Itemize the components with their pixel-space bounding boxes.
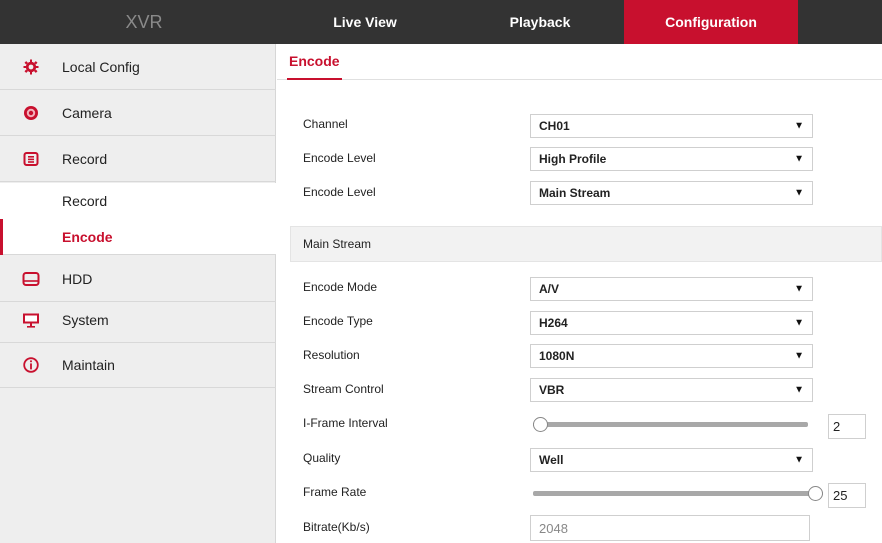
slider-track [533,491,823,496]
info-icon [22,356,40,374]
dropdown-arrow-icon: ▼ [794,350,804,362]
bitrate-input[interactable]: 2048 [530,515,810,541]
dropdown-arrow-icon: ▼ [794,384,804,396]
record-submenu: Record Encode [0,183,276,255]
sidebar-item-label: Camera [62,104,112,121]
dropdown-arrow-icon: ▼ [794,317,804,329]
resolution-value: 1080N [539,349,575,363]
tab-encode[interactable]: Encode [287,44,342,80]
content-header: Encode [277,44,882,80]
quality-select[interactable]: Well ▼ [530,448,813,472]
top-bar: XVR Live View Playback Configuration [0,0,882,44]
nav-configuration[interactable]: Configuration [624,0,798,44]
quality-value: Well [539,453,564,467]
sidebar-subitem-encode[interactable]: Encode [0,219,276,255]
slider-handle[interactable] [533,417,548,432]
app-logo: XVR [125,11,163,32]
dropdown-arrow-icon: ▼ [794,187,804,199]
slider-handle[interactable] [808,486,823,501]
hdd-icon [22,270,40,288]
dropdown-arrow-icon: ▼ [794,153,804,165]
sidebar-item-label: System [62,311,109,328]
channel-value: CH01 [539,119,570,133]
encode-type-label: Encode Type [303,314,373,328]
gear-icon [22,58,40,76]
sidebar-subitem-label: Encode [62,229,113,245]
slider-track [533,422,808,427]
encode-level-value: High Profile [539,152,607,166]
stream-control-value: VBR [539,383,565,397]
encode-type-select[interactable]: H264 ▼ [530,311,813,335]
nav-live-view[interactable]: Live View [300,0,430,44]
sidebar-item-label: Record [62,150,108,167]
section-title: Main Stream [303,237,372,251]
sidebar-item-local-config[interactable]: Local Config [0,44,276,90]
encode-mode-select[interactable]: A/V ▼ [530,277,813,301]
sidebar-item-maintain[interactable]: Maintain [0,342,276,388]
encode-level-stream-value: Main Stream [539,186,611,200]
resolution-label: Resolution [303,348,360,362]
iframe-interval-label: I-Frame Interval [303,416,388,430]
iframe-interval-slider[interactable] [533,417,808,433]
sidebar-subitem-record[interactable]: Record [0,183,276,219]
sidebar: Local Config Camera Record Record Encode… [0,44,276,543]
monitor-icon [22,311,40,329]
dropdown-arrow-icon: ▼ [794,454,804,466]
encode-mode-label: Encode Mode [303,280,378,294]
sidebar-item-hdd[interactable]: HDD [0,256,276,302]
frame-rate-slider[interactable] [533,486,823,502]
bitrate-label: Bitrate(Kb/s) [303,520,370,534]
sidebar-item-system[interactable]: System [0,297,276,343]
nav-playback[interactable]: Playback [470,0,610,44]
dropdown-arrow-icon: ▼ [794,283,804,295]
encode-level-label: Encode Level [303,151,376,165]
stream-control-label: Stream Control [303,382,384,396]
sidebar-item-camera[interactable]: Camera [0,90,276,136]
channel-select[interactable]: CH01 ▼ [530,114,813,138]
stream-control-select[interactable]: VBR ▼ [530,378,813,402]
sidebar-item-label: Maintain [62,356,115,373]
frame-rate-input[interactable]: 25 [828,483,866,508]
encode-level-stream-select[interactable]: Main Stream ▼ [530,181,813,205]
quality-label: Quality [303,451,341,465]
camera-icon [22,104,40,122]
encode-type-value: H264 [539,316,568,330]
dropdown-arrow-icon: ▼ [794,120,804,132]
sidebar-item-record[interactable]: Record [0,136,276,182]
record-icon [22,150,40,168]
iframe-interval-input[interactable]: 2 [828,414,866,439]
section-main-stream: Main Stream [290,226,882,262]
frame-rate-label: Frame Rate [303,485,367,499]
encode-mode-value: A/V [539,282,560,296]
encode-level-stream-label: Encode Level [303,185,376,199]
sidebar-item-label: Local Config [62,58,140,75]
channel-label: Channel [303,117,348,131]
sidebar-item-label: HDD [62,270,93,287]
encode-level-select[interactable]: High Profile ▼ [530,147,813,171]
resolution-select[interactable]: 1080N ▼ [530,344,813,368]
sidebar-subitem-label: Record [62,193,108,209]
